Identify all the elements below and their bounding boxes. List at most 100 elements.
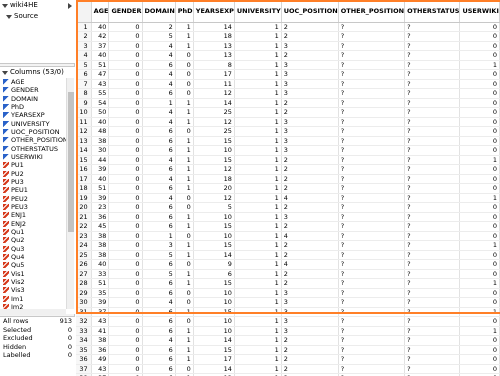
table-cell[interactable]: 3 [281, 126, 339, 137]
table-cell[interactable]: 2 [281, 221, 339, 232]
menu-triangle-icon[interactable] [68, 2, 72, 9]
table-cell[interactable]: 1 [175, 240, 194, 251]
table-cell[interactable]: 1 [175, 107, 194, 118]
columns-panel-header[interactable]: Columns (53/0) [0, 67, 75, 78]
table-cell[interactable]: 6 [142, 345, 176, 355]
table-cell[interactable]: 4 [142, 335, 176, 346]
table-cell[interactable]: 1 [175, 155, 194, 165]
grid-corner[interactable] [76, 0, 92, 23]
table-cell[interactable]: 0 [108, 259, 143, 270]
table-row[interactable]: 17 40 0 4 1 18 1 2?? 0 [76, 174, 500, 184]
table-cell[interactable]: 0 [459, 250, 500, 260]
table-cell[interactable]: 6 [142, 364, 176, 374]
table-cell[interactable]: 2 [281, 155, 339, 165]
table-cell[interactable]: 13 [193, 41, 235, 51]
table-cell[interactable]: 0 [108, 212, 143, 222]
table-row[interactable]: 8 55 0 6 0 12 1 3?? 0 [76, 88, 500, 99]
table-cell[interactable]: 6 [142, 307, 176, 317]
table-cell[interactable]: 1 [175, 41, 194, 51]
table-row[interactable]: 33 41 0 6 1 10 1 3?? 1 [76, 326, 500, 336]
row-number[interactable]: 23 [76, 231, 92, 241]
column-item[interactable]: Qu3 [0, 245, 66, 253]
table-cell[interactable]: ? [404, 326, 461, 336]
table-cell[interactable]: ? [338, 117, 406, 127]
table-cell[interactable]: 36 [91, 212, 110, 222]
table-cell[interactable]: 4 [142, 117, 176, 127]
table-cell[interactable]: 2 [281, 269, 339, 279]
table-cell[interactable]: 1 [234, 345, 282, 355]
table-cell[interactable]: 0 [108, 231, 143, 241]
table-cell[interactable]: 2 [281, 98, 339, 108]
column-item[interactable]: Vis2 [0, 278, 66, 286]
table-row[interactable]: 9 54 0 1 1 14 1 2?? 0 [76, 98, 500, 108]
table-cell[interactable]: 1 [234, 231, 282, 241]
table-cell[interactable]: 43 [91, 364, 110, 374]
table-cell[interactable]: 35 [91, 288, 110, 298]
table-cell[interactable]: 2 [281, 278, 339, 289]
table-cell[interactable]: 40 [91, 174, 110, 184]
table-cell[interactable]: ? [404, 240, 461, 251]
table-cell[interactable]: 40 [91, 117, 110, 127]
table-cell[interactable]: 0 [108, 221, 143, 232]
table-cell[interactable]: 0 [108, 250, 143, 260]
table-cell[interactable]: 0 [108, 183, 143, 194]
table-row[interactable]: 32 43 0 6 0 10 1 3?? 0 [76, 316, 500, 327]
table-cell[interactable]: ? [404, 345, 461, 355]
table-cell[interactable]: 0 [108, 31, 143, 42]
column-item[interactable]: GENDER [0, 86, 66, 94]
row-number[interactable]: 26 [76, 259, 92, 270]
table-cell[interactable]: 33 [91, 269, 110, 279]
table-cell[interactable]: 38 [91, 250, 110, 260]
table-cell[interactable]: ? [404, 117, 461, 127]
table-row[interactable]: 24 38 0 3 1 15 1 2?? 1 [76, 240, 500, 251]
table-cell[interactable]: 38 [91, 240, 110, 251]
table-cell[interactable]: 12 [193, 117, 235, 127]
table-cell[interactable]: 0 [108, 136, 143, 146]
table-cell[interactable]: ? [338, 354, 406, 365]
table-cell[interactable]: 47 [91, 69, 110, 80]
table-cell[interactable]: 0 [108, 22, 143, 32]
table-cell[interactable]: 0 [108, 69, 143, 80]
table-cell[interactable]: ? [404, 269, 461, 279]
table-cell[interactable]: 36 [91, 345, 110, 355]
table-cell[interactable]: ? [338, 326, 406, 336]
table-row[interactable]: 29 35 0 6 0 10 1 3?? 0 [76, 288, 500, 298]
column-item[interactable]: PEU1 [0, 186, 66, 194]
column-item[interactable]: Im1 [0, 295, 66, 303]
table-row[interactable]: 15 44 0 4 1 15 1 2?? 1 [76, 155, 500, 165]
row-number[interactable]: 19 [76, 193, 92, 203]
table-cell[interactable]: 3 [281, 307, 339, 317]
table-cell[interactable]: ? [404, 88, 461, 99]
table-cell[interactable]: ? [404, 98, 461, 108]
table-cell[interactable]: 2 [281, 202, 339, 213]
table-cell[interactable]: 0 [175, 79, 194, 89]
table-cell[interactable]: 6 [142, 354, 176, 365]
table-cell[interactable]: 1 [175, 278, 194, 289]
column-header[interactable]: UNIVERSITY [234, 0, 282, 23]
table-cell[interactable]: 15 [193, 345, 235, 355]
table-cell[interactable]: ? [404, 364, 461, 374]
table-cell[interactable]: ? [404, 183, 461, 194]
table-cell[interactable]: 37 [91, 41, 110, 51]
table-cell[interactable]: 6 [193, 269, 235, 279]
table-cell[interactable]: ? [338, 269, 406, 279]
table-cell[interactable]: 1 [175, 22, 194, 32]
row-number[interactable]: 30 [76, 297, 92, 308]
table-cell[interactable]: 6 [142, 212, 176, 222]
table-cell[interactable]: 1 [234, 316, 282, 327]
row-number[interactable]: 13 [76, 136, 92, 146]
table-cell[interactable]: ? [338, 50, 406, 61]
table-cell[interactable]: 18 [193, 174, 235, 184]
table-cell[interactable]: 0 [459, 31, 500, 42]
column-item[interactable]: PEU2 [0, 195, 66, 203]
table-cell[interactable]: 3 [281, 88, 339, 99]
table-cell[interactable]: ? [404, 278, 461, 289]
row-number[interactable]: 4 [76, 50, 92, 61]
row-number[interactable]: 20 [76, 202, 92, 213]
table-cell[interactable]: ? [404, 212, 461, 222]
table-cell[interactable]: 1 [234, 307, 282, 317]
table-cell[interactable]: 0 [108, 174, 143, 184]
table-cell[interactable]: ? [338, 22, 406, 32]
table-cell[interactable]: 5 [142, 250, 176, 260]
table-cell[interactable]: 1 [459, 240, 500, 251]
